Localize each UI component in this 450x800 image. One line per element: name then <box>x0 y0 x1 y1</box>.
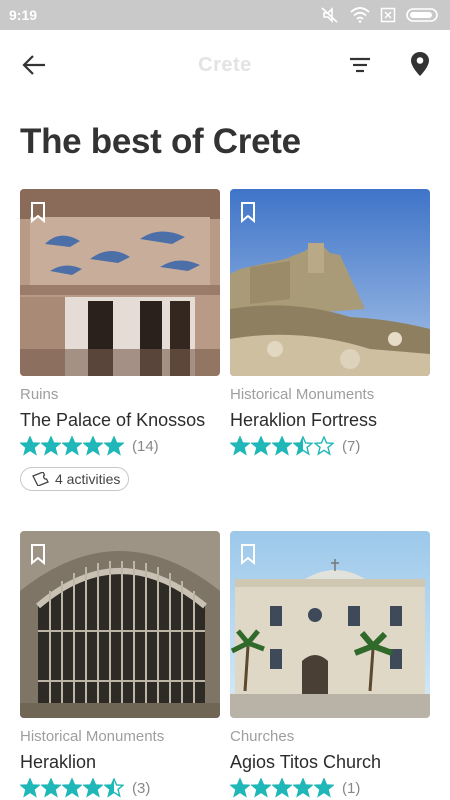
star-full-icon <box>251 436 271 456</box>
star-full-icon <box>62 436 82 456</box>
star-full-icon <box>293 778 313 798</box>
bookmark-icon <box>241 544 255 566</box>
bookmark-icon <box>31 202 45 224</box>
place-category: Churches <box>230 728 295 745</box>
star-rating <box>230 436 334 456</box>
rating: (14) <box>20 435 220 457</box>
church-image <box>230 531 430 718</box>
place-photo[interactable] <box>20 189 220 376</box>
review-count: (14) <box>132 437 159 455</box>
filter-button[interactable] <box>347 54 373 76</box>
star-full-icon <box>62 778 82 798</box>
place-name[interactable]: Agios Titos Church <box>230 751 430 773</box>
rating: (7) <box>230 435 430 457</box>
star-full-icon <box>83 436 103 456</box>
review-count: (7) <box>342 437 361 455</box>
filter-icon <box>350 57 370 73</box>
place-card[interactable]: Churches Agios Titos Church (1) <box>230 531 430 799</box>
star-full-icon <box>41 778 61 798</box>
star-full-icon <box>314 778 334 798</box>
place-category: Ruins <box>20 386 59 403</box>
star-full-icon <box>104 436 124 456</box>
review-count: (1) <box>342 779 361 797</box>
place-card[interactable]: Ruins The Palace of Knossos (14) 4 activ… <box>20 189 220 491</box>
location-pin-icon <box>411 52 429 76</box>
app-title: Crete <box>198 54 252 76</box>
star-full-icon <box>20 778 40 798</box>
wifi-icon <box>350 7 370 23</box>
star-full-icon <box>230 778 250 798</box>
page-title: The best of Crete <box>20 122 301 161</box>
activities-chip[interactable]: 4 activities <box>20 467 130 491</box>
bookmark-button[interactable] <box>30 201 46 224</box>
star-half-icon <box>293 436 313 456</box>
fortress-image <box>230 189 430 376</box>
star-full-icon <box>272 436 292 456</box>
ticket-icon <box>32 472 49 486</box>
star-rating <box>20 436 124 456</box>
app-bar: Crete <box>0 30 450 100</box>
status-icons <box>320 6 440 24</box>
place-photo[interactable] <box>230 531 430 718</box>
iron-gate-image <box>20 531 220 718</box>
place-card[interactable]: Historical Monuments Heraklion (3) <box>20 531 220 799</box>
star-rating <box>20 778 124 798</box>
status-time: 9:19 <box>9 7 38 23</box>
battery-icon <box>406 7 440 23</box>
activities-label: 4 activities <box>55 471 121 487</box>
star-full-icon <box>20 436 40 456</box>
place-photo[interactable] <box>20 531 220 718</box>
bookmark-icon <box>241 202 255 224</box>
star-half-icon <box>104 778 124 798</box>
star-empty-icon <box>314 436 334 456</box>
bookmark-button[interactable] <box>30 543 46 566</box>
no-sim-icon <box>380 7 396 23</box>
place-category: Historical Monuments <box>20 728 165 745</box>
rating: (3) <box>20 777 220 799</box>
bookmark-icon <box>31 544 45 566</box>
place-photo[interactable] <box>230 189 430 376</box>
map-button[interactable] <box>408 50 432 78</box>
bookmark-button[interactable] <box>240 201 256 224</box>
place-category: Historical Monuments <box>230 386 375 403</box>
place-card[interactable]: Historical Monuments Heraklion Fortress … <box>230 189 430 457</box>
star-full-icon <box>83 778 103 798</box>
place-name[interactable]: Heraklion Fortress <box>230 409 430 431</box>
star-full-icon <box>230 436 250 456</box>
review-count: (3) <box>132 779 151 797</box>
rating: (1) <box>230 777 430 799</box>
place-name[interactable]: The Palace of Knossos <box>20 409 220 431</box>
knossos-fresco-image <box>20 189 220 376</box>
star-rating <box>230 778 334 798</box>
status-bar: 9:19 <box>0 0 450 30</box>
bookmark-button[interactable] <box>240 543 256 566</box>
star-full-icon <box>272 778 292 798</box>
place-name[interactable]: Heraklion <box>20 751 220 773</box>
star-full-icon <box>251 778 271 798</box>
mute-icon <box>320 6 340 24</box>
star-full-icon <box>41 436 61 456</box>
